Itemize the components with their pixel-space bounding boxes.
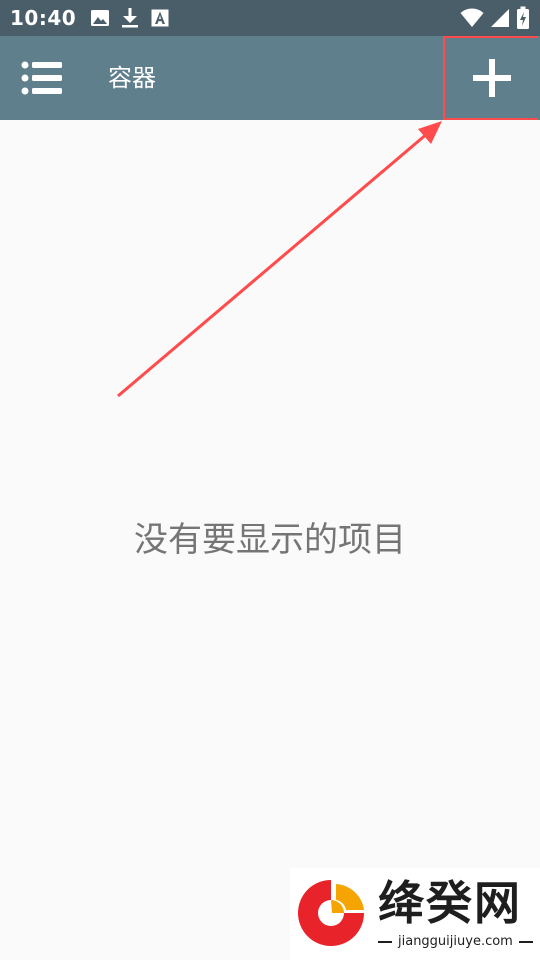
add-container-button[interactable]: [443, 36, 540, 120]
plus-icon: [472, 58, 512, 98]
status-icons-right: [460, 6, 530, 30]
status-icons-left: [90, 7, 170, 29]
status-time: 10:40: [10, 6, 77, 30]
watermark-line-left: [378, 940, 392, 943]
watermark-line-right: [518, 940, 533, 943]
annotation-arrow: [117, 121, 442, 398]
image-icon: [90, 8, 110, 28]
watermark-url: jiangguijiuye.com: [398, 934, 513, 949]
page-title: 容器: [108, 64, 156, 92]
font-icon: [150, 8, 170, 28]
watermark-url-row: jiangguijiuye.com: [378, 934, 533, 949]
wifi-icon: [460, 8, 484, 28]
signal-icon: [490, 8, 510, 28]
watermark-name: 绛癸网: [378, 876, 522, 930]
status-bar: 10:40: [0, 0, 540, 36]
watermark: 绛癸网 jiangguijiuye.com: [290, 868, 540, 960]
download-icon: [120, 7, 140, 29]
menu-list-icon: [21, 61, 63, 95]
battery-icon: [516, 6, 530, 30]
app-bar: 容器: [0, 36, 540, 120]
menu-button[interactable]: [18, 58, 66, 98]
watermark-logo: [292, 874, 370, 956]
empty-state-message: 没有要显示的项目: [134, 520, 406, 560]
